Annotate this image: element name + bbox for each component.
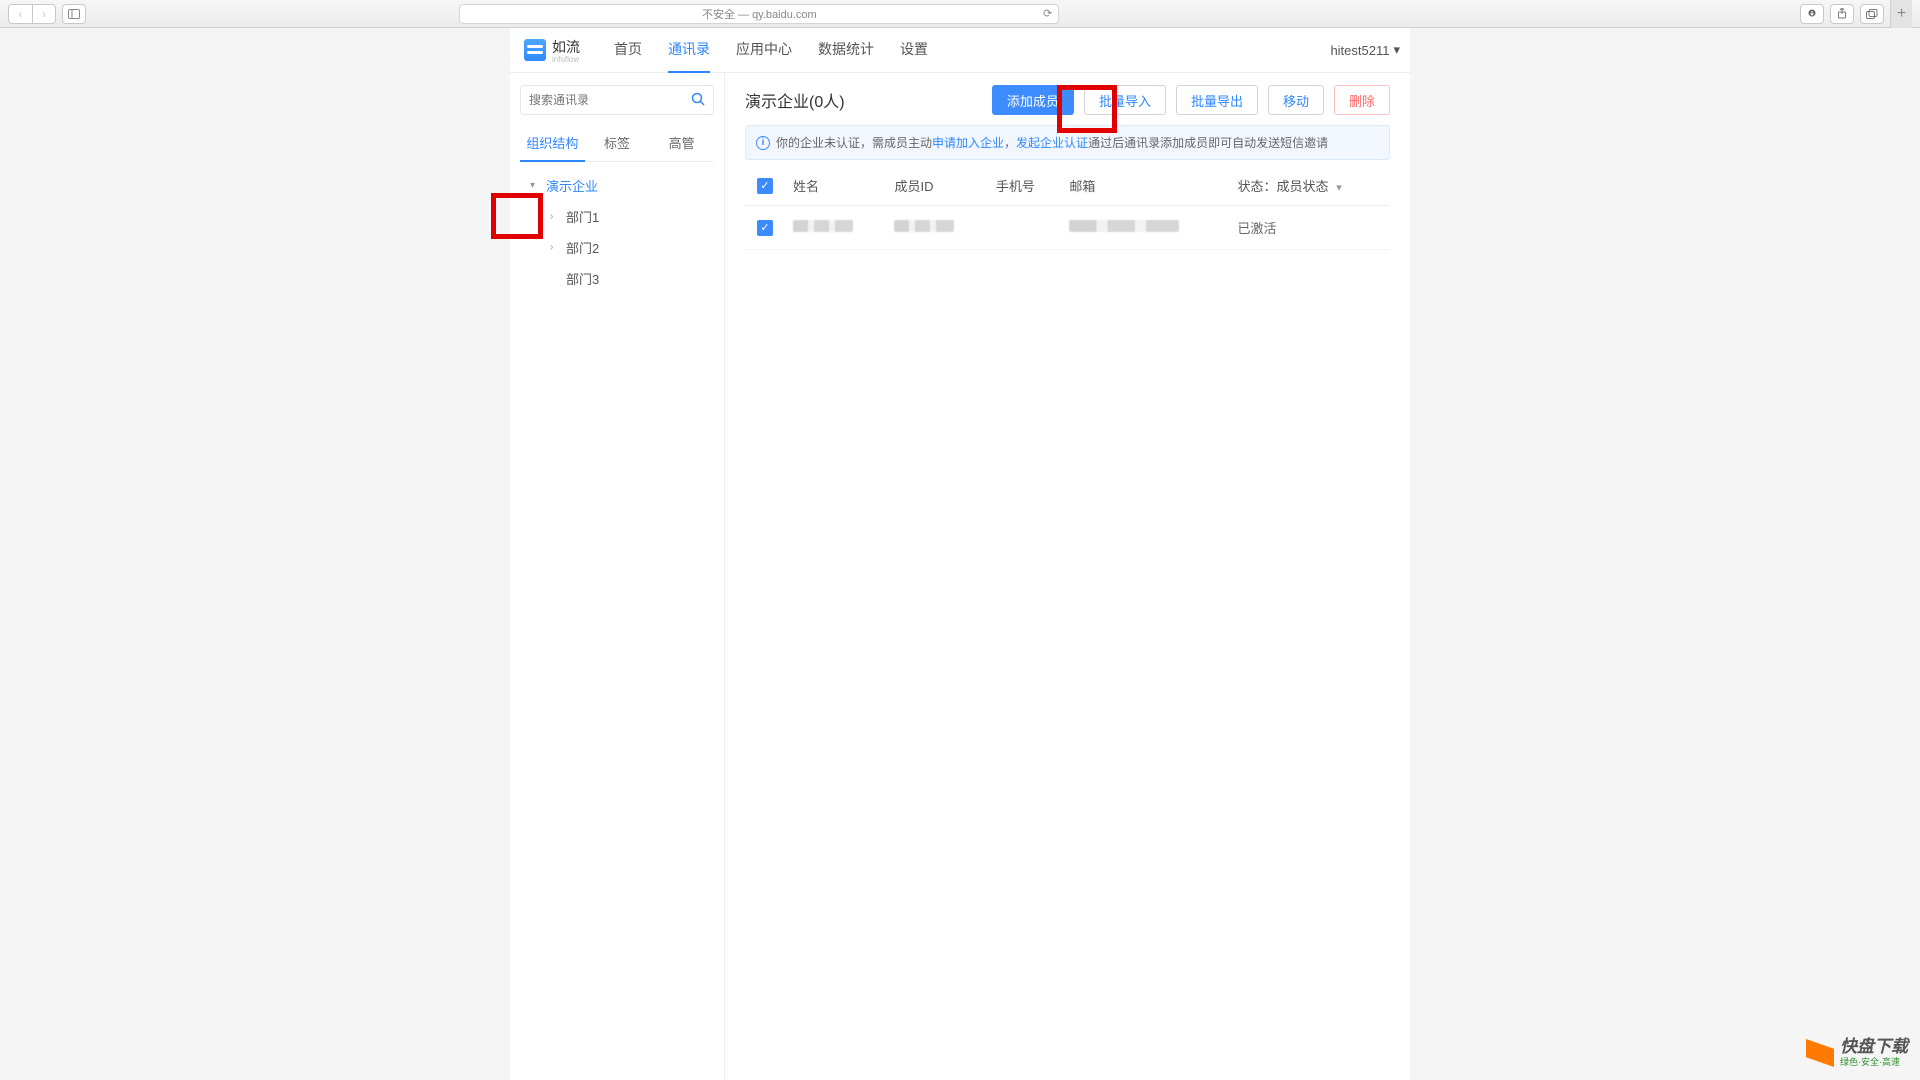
new-tab-button[interactable]: +	[1890, 0, 1912, 28]
members-table: ✓ 姓名 成员ID 手机号 邮箱 状态：成员状态 ▾ ✓	[745, 166, 1390, 250]
delete-button[interactable]: 删除	[1334, 85, 1390, 115]
info-icon: i	[756, 136, 770, 150]
downloads-button[interactable]	[1800, 4, 1824, 24]
sidebar-toggle-button[interactable]	[62, 4, 86, 24]
col-status-label: 状态：	[1238, 179, 1277, 194]
notice-sep: ，	[1004, 136, 1016, 150]
nav-home[interactable]: 首页	[614, 27, 642, 73]
org-tree: ▾ 演示企业 › 部门1 › 部门2 部门3	[520, 170, 714, 294]
tree-dept-1[interactable]: › 部门1	[540, 201, 714, 232]
col-id: 成员ID	[886, 166, 987, 206]
col-name: 姓名	[785, 166, 886, 206]
address-bar-text: 不安全 — qy.baidu.com	[702, 6, 817, 22]
tree-dept-3[interactable]: 部门3	[540, 263, 714, 294]
tree-item-label: 部门3	[566, 269, 599, 288]
tree-dept-2[interactable]: › 部门2	[540, 232, 714, 263]
bulk-export-button[interactable]: 批量导出	[1176, 85, 1258, 115]
watermark: 快盘下载 绿色·安全·高速	[1806, 1038, 1908, 1068]
brand-sub: infoflow	[552, 55, 580, 64]
user-name: hitest5211	[1330, 43, 1389, 58]
search-input[interactable]	[529, 93, 691, 107]
tree-item-label: 部门2	[566, 238, 599, 257]
nav-items: 首页 通讯录 应用中心 数据统计 设置	[614, 27, 928, 73]
col-status[interactable]: 状态：成员状态 ▾	[1230, 166, 1390, 206]
logo-icon	[524, 39, 546, 61]
row-status: 已激活	[1230, 206, 1390, 250]
tab-exec[interactable]: 高管	[649, 125, 714, 161]
tabs-button[interactable]	[1860, 4, 1884, 24]
row-name-redacted	[793, 220, 853, 232]
brand-logo[interactable]: 如流 infoflow	[510, 37, 594, 64]
filter-icon[interactable]: ▾	[1336, 182, 1342, 194]
action-buttons: 添加成员 批量导入 批量导出 移动 删除	[992, 85, 1390, 115]
row-id-redacted	[894, 220, 954, 232]
col-status-filter: 成员状态	[1277, 179, 1329, 194]
chevron-down-icon: ▾	[1393, 42, 1400, 58]
search-icon[interactable]	[691, 92, 705, 109]
row-email-redacted	[1069, 220, 1179, 232]
brand-name: 如流	[552, 39, 580, 55]
nav-contacts[interactable]: 通讯录	[668, 27, 710, 73]
select-all-checkbox[interactable]: ✓	[757, 178, 773, 194]
watermark-title: 快盘下载	[1840, 1038, 1908, 1055]
page-title: 演示企业(0人)	[745, 88, 845, 112]
cert-notice: i 你的企业未认证，需成员主动申请加入企业，发起企业认证通过后通讯录添加成员即可…	[745, 125, 1390, 160]
browser-toolbar: ‹ › 不安全 — qy.baidu.com ⟳ +	[0, 0, 1920, 28]
nav-settings[interactable]: 设置	[900, 27, 928, 73]
col-phone: 手机号	[988, 166, 1061, 206]
bulk-import-button[interactable]: 批量导入	[1084, 85, 1166, 115]
row-checkbox[interactable]: ✓	[757, 220, 773, 236]
move-button[interactable]: 移动	[1268, 85, 1324, 115]
main-panel: 演示企业(0人) 添加成员 批量导入 批量导出 移动 删除 i 你的企业未认证，…	[725, 73, 1410, 1080]
table-row[interactable]: ✓ 已激活	[745, 206, 1390, 250]
share-button[interactable]	[1830, 4, 1854, 24]
top-nav: 如流 infoflow 首页 通讯录 应用中心 数据统计 设置 hitest52…	[510, 28, 1410, 73]
start-cert-link[interactable]: 发起企业认证	[1016, 136, 1088, 150]
add-member-button[interactable]: 添加成员	[992, 85, 1074, 115]
watermark-sub: 绿色·安全·高速	[1840, 1055, 1908, 1068]
apply-join-link[interactable]: 申请加入企业	[932, 136, 1004, 150]
address-bar[interactable]: 不安全 — qy.baidu.com ⟳	[459, 4, 1059, 24]
tree-root-label: 演示企业	[546, 176, 598, 195]
chevron-right-icon: ›	[550, 211, 560, 222]
sidebar-tabs: 组织结构 标签 高管	[520, 125, 714, 162]
forward-button[interactable]: ›	[32, 4, 56, 24]
tree-item-label: 部门1	[566, 207, 599, 226]
tree-root[interactable]: ▾ 演示企业	[520, 170, 714, 201]
refresh-icon[interactable]: ⟳	[1043, 7, 1052, 20]
nav-stats[interactable]: 数据统计	[818, 27, 874, 73]
tab-tags[interactable]: 标签	[585, 125, 650, 161]
sidebar: 组织结构 标签 高管 ▾ 演示企业 › 部门1 › 部门2	[510, 73, 725, 1080]
back-button[interactable]: ‹	[8, 4, 32, 24]
chevron-right-icon: ›	[550, 242, 560, 253]
notice-text-1: 你的企业未认证，需成员主动	[776, 136, 932, 150]
user-menu[interactable]: hitest5211 ▾	[1330, 42, 1400, 58]
nav-apps[interactable]: 应用中心	[736, 27, 792, 73]
sidebar-search[interactable]	[520, 85, 714, 115]
chevron-down-icon: ▾	[530, 180, 540, 191]
tab-org[interactable]: 组织结构	[520, 125, 585, 162]
col-email: 邮箱	[1061, 166, 1229, 206]
notice-text-2: 通过后通讯录添加成员即可自动发送短信邀请	[1088, 136, 1328, 150]
watermark-icon	[1806, 1039, 1834, 1067]
